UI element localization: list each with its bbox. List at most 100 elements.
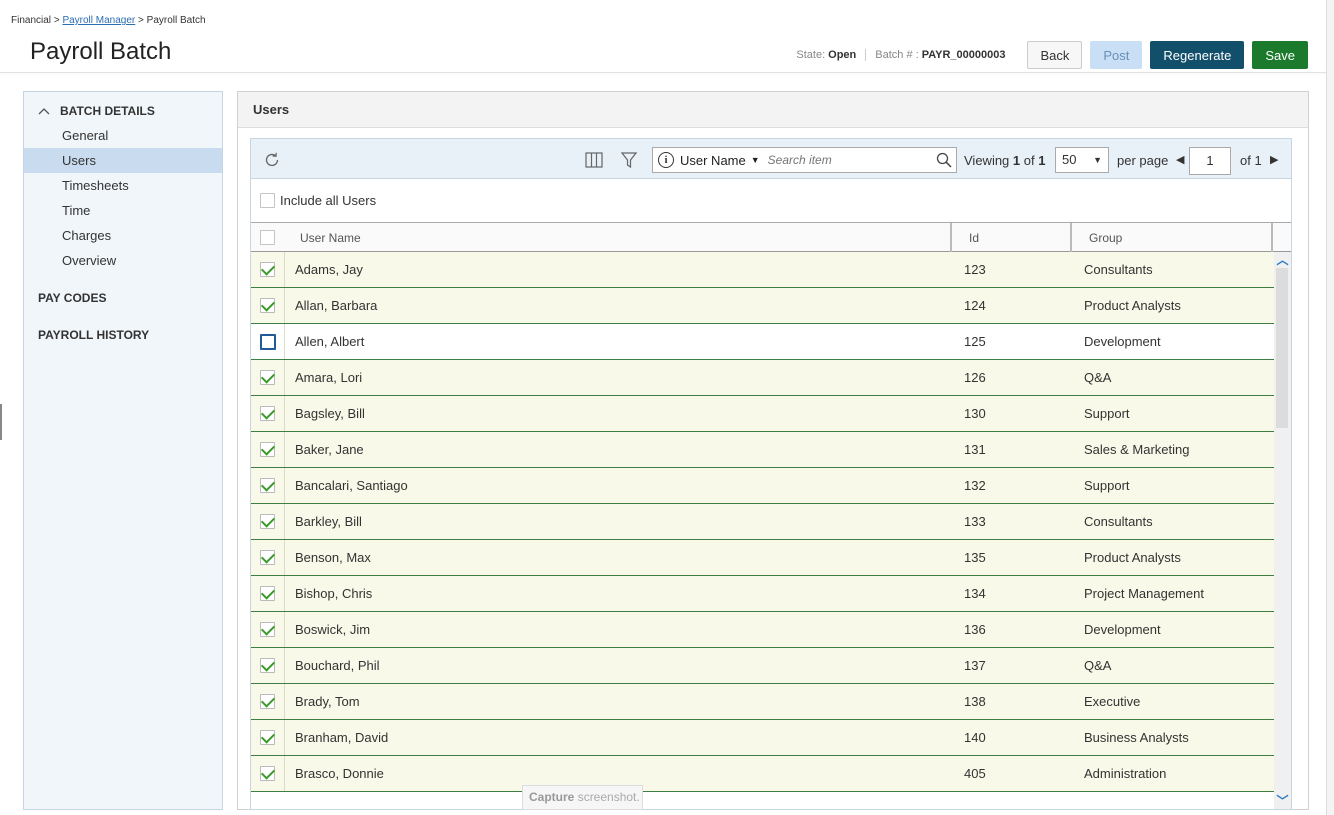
table-row[interactable]: Bagsley, Bill 130 Support: [251, 396, 1274, 432]
column-header-group[interactable]: Group: [1089, 231, 1122, 245]
cell-user-name: Branham, David: [295, 730, 389, 745]
row-checkbox[interactable]: [260, 514, 275, 529]
sidebar-item-users[interactable]: Users: [24, 148, 222, 173]
sidebar-item-timesheets[interactable]: Timesheets: [24, 173, 222, 198]
vertical-scrollbar[interactable]: ︿ ﹀: [1274, 252, 1291, 809]
batch-meta: State: Open Batch # : PAYR_00000003: [796, 49, 1005, 61]
page-number-input[interactable]: 1: [1189, 147, 1231, 175]
table-row[interactable]: Baker, Jane 131 Sales & Marketing: [251, 432, 1274, 468]
breadcrumb-financial: Financial: [11, 15, 52, 26]
row-checkbox[interactable]: [260, 442, 275, 457]
row-checkbox[interactable]: [260, 478, 275, 493]
row-divider: [284, 324, 285, 359]
column-resize-handle[interactable]: [1271, 223, 1273, 252]
search-icon[interactable]: [936, 152, 952, 168]
users-panel: Users i User Name ▼ Viewing: [237, 91, 1309, 810]
row-checkbox[interactable]: [260, 334, 276, 350]
table-row[interactable]: Amara, Lori 126 Q&A: [251, 360, 1274, 396]
table-row[interactable]: Brady, Tom 138 Executive: [251, 684, 1274, 720]
viewing-status: Viewing 1 of 1: [964, 153, 1046, 168]
cell-id: 134: [964, 586, 986, 601]
cell-user-name: Adams, Jay: [295, 262, 363, 277]
chevron-down-icon: ▼: [1093, 155, 1102, 165]
table-row[interactable]: Bouchard, Phil 137 Q&A: [251, 648, 1274, 684]
chevron-up-icon[interactable]: [38, 104, 50, 118]
scroll-down-icon[interactable]: ﹀: [1276, 795, 1289, 808]
page-total: of 1: [1240, 153, 1262, 168]
table-row[interactable]: Barkley, Bill 133 Consultants: [251, 504, 1274, 540]
column-header-user-name[interactable]: User Name: [300, 231, 361, 245]
breadcrumb-payroll-manager[interactable]: Payroll Manager: [62, 15, 135, 26]
cell-id: 135: [964, 550, 986, 565]
select-all-checkbox[interactable]: [260, 230, 275, 245]
row-divider: [284, 648, 285, 683]
row-checkbox[interactable]: [260, 406, 275, 421]
prev-page-icon[interactable]: ◀: [1176, 153, 1184, 166]
sidebar-item-charges[interactable]: Charges: [24, 223, 222, 248]
sidebar-item-time[interactable]: Time: [24, 198, 222, 223]
filter-icon[interactable]: [620, 152, 638, 169]
cell-id: 126: [964, 370, 986, 385]
row-checkbox[interactable]: [260, 622, 275, 637]
next-page-icon[interactable]: ▶: [1270, 153, 1278, 166]
cell-user-name: Barkley, Bill: [295, 514, 362, 529]
caret-down-icon[interactable]: ▼: [751, 155, 760, 165]
sidebar: BATCH DETAILS General Users Timesheets T…: [23, 91, 223, 810]
search-field-selector[interactable]: User Name: [680, 153, 746, 168]
per-page-select[interactable]: 50 ▼: [1055, 147, 1109, 173]
cell-user-name: Amara, Lori: [295, 370, 363, 385]
breadcrumb: Financial > Payroll Manager > Payroll Ba…: [11, 15, 206, 26]
row-checkbox[interactable]: [260, 370, 275, 385]
header-actions: State: Open Batch # : PAYR_00000003 Back…: [796, 41, 1308, 69]
cell-id: 132: [964, 478, 986, 493]
row-checkbox[interactable]: [260, 658, 275, 673]
batch-label: Batch # :: [875, 49, 919, 61]
row-checkbox[interactable]: [260, 298, 275, 313]
search-input[interactable]: [767, 153, 938, 167]
table-row[interactable]: Allen, Albert 125 Development: [251, 324, 1274, 360]
row-checkbox[interactable]: [260, 586, 275, 601]
refresh-icon[interactable]: [263, 151, 281, 169]
include-all-checkbox[interactable]: [260, 193, 275, 208]
right-edge-rail: [1326, 0, 1334, 815]
table-row[interactable]: Benson, Max 135 Product Analysts: [251, 540, 1274, 576]
row-checkbox[interactable]: [260, 550, 275, 565]
columns-icon[interactable]: [585, 152, 603, 168]
info-icon[interactable]: i: [658, 152, 674, 168]
back-button[interactable]: Back: [1027, 41, 1083, 69]
cell-group: Product Analysts: [1084, 550, 1181, 565]
scrollbar-thumb[interactable]: [1276, 268, 1288, 428]
table-row[interactable]: Brasco, Donnie 405 Administration: [251, 756, 1274, 792]
table-row[interactable]: Bishop, Chris 134 Project Management: [251, 576, 1274, 612]
sidebar-item-overview[interactable]: Overview: [24, 248, 222, 273]
row-checkbox[interactable]: [260, 262, 275, 277]
section-pay-codes[interactable]: PAY CODES: [38, 291, 106, 305]
page-title: Payroll Batch: [30, 38, 172, 65]
post-button[interactable]: Post: [1090, 41, 1143, 69]
row-checkbox[interactable]: [260, 766, 275, 781]
row-checkbox[interactable]: [260, 694, 275, 709]
header-divider: [0, 72, 1326, 73]
table-body: Adams, Jay 123 Consultants Allan, Barbara 12…: [251, 252, 1274, 792]
table-row[interactable]: Boswick, Jim 136 Development: [251, 612, 1274, 648]
include-all-row: Include all Users: [251, 179, 1291, 222]
table-row[interactable]: Adams, Jay 123 Consultants: [251, 252, 1274, 288]
cell-group: Development: [1084, 622, 1161, 637]
cell-user-name: Boswick, Jim: [295, 622, 371, 637]
table-row[interactable]: Allan, Barbara 124 Product Analysts: [251, 288, 1274, 324]
scroll-up-icon[interactable]: ︿: [1276, 254, 1289, 267]
capture-tooltip: Capture screenshot.: [522, 785, 643, 810]
regenerate-button[interactable]: Regenerate: [1150, 41, 1245, 69]
column-resize-handle[interactable]: [950, 223, 952, 252]
column-header-id[interactable]: Id: [969, 231, 979, 245]
section-payroll-history[interactable]: PAYROLL HISTORY: [38, 328, 149, 342]
section-batch-details[interactable]: BATCH DETAILS: [38, 104, 155, 118]
table-row[interactable]: Bancalari, Santiago 132 Support: [251, 468, 1274, 504]
cell-group: Administration: [1084, 766, 1167, 781]
row-divider: [284, 468, 285, 503]
row-checkbox[interactable]: [260, 730, 275, 745]
column-resize-handle[interactable]: [1070, 223, 1072, 252]
save-button[interactable]: Save: [1252, 41, 1308, 69]
table-row[interactable]: Branham, David 140 Business Analysts: [251, 720, 1274, 756]
sidebar-item-general[interactable]: General: [24, 123, 222, 148]
